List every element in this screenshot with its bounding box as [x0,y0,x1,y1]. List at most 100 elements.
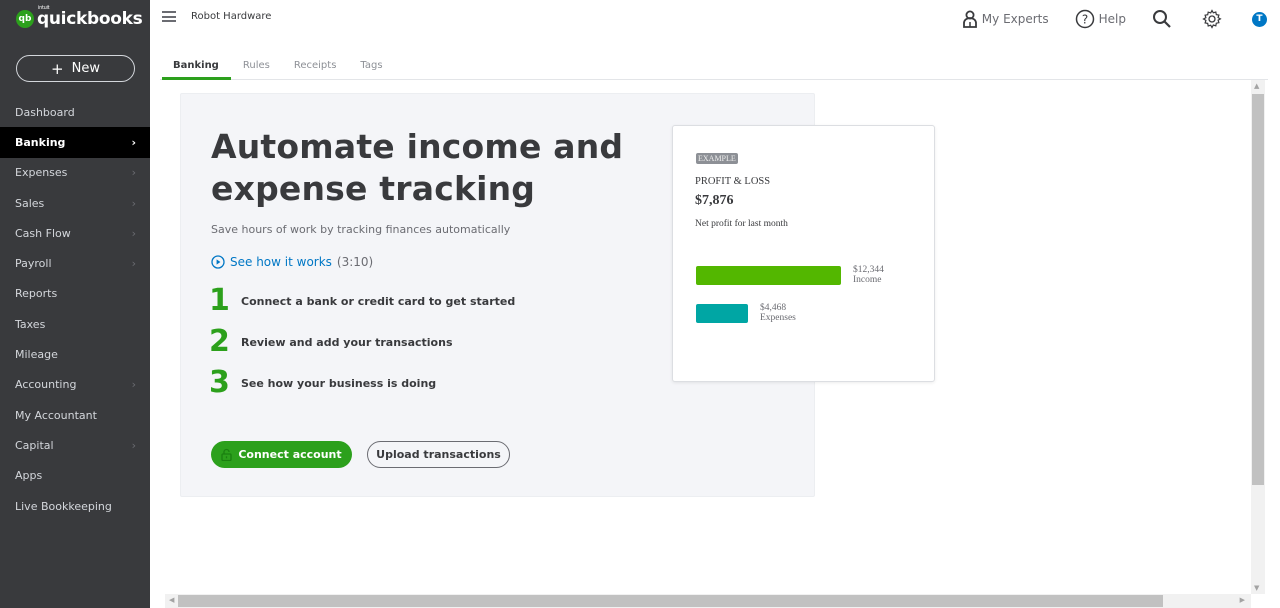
expenses-legend: $4,468 Expenses [760,303,796,323]
help-icon: ? [1075,9,1094,29]
title-line-2: expense tracking [211,169,536,208]
sidebar-item-reports[interactable]: Reports [0,279,150,309]
expenses-label: Expenses [760,313,796,323]
tab-rules[interactable]: Rules [231,52,282,79]
play-circle-icon [211,255,225,269]
chevron-right-icon: › [131,166,136,180]
qb-logo-icon: qb [16,10,34,28]
sidebar-item-label: Banking [15,135,66,149]
step-number: 3 [209,365,230,400]
horizontal-scrollbar[interactable]: ◀ ▶ [165,594,1251,608]
search-button[interactable] [1152,9,1176,29]
new-button[interactable]: + New [16,55,135,82]
lock-icon [221,448,232,461]
logo-wordmark: intuit quickbooks [37,5,143,29]
step-number: 1 [209,283,230,318]
sidebar: qb intuit quickbooks + New Dashboard Ban… [0,0,150,608]
sidebar-item-apps[interactable]: Apps [0,461,150,491]
company-name: Robot Hardware [191,11,272,22]
help-button[interactable]: ? Help [1075,9,1126,29]
sidebar-item-label: Live Bookkeeping [15,499,112,513]
sidebar-item-capital[interactable]: Capital › [0,430,150,460]
video-duration: (3:10) [336,255,374,269]
sidebar-item-my-accountant[interactable]: My Accountant [0,400,150,430]
net-profit-amount: $7,876 [695,193,734,208]
chevron-right-icon: › [131,135,136,149]
chevron-right-icon: › [131,196,136,210]
user-avatar[interactable]: T [1252,11,1267,27]
new-button-label: New [71,61,100,76]
vertical-scroll-thumb[interactable] [1252,94,1264,485]
sidebar-item-label: Apps [15,469,43,483]
scroll-up-arrow-icon[interactable]: ▲ [1254,82,1259,90]
tab-banking[interactable]: Banking [160,52,231,80]
page-title: Automate income and expense tracking [211,126,623,210]
chevron-right-icon: › [131,378,136,392]
sidebar-item-live-bookkeeping[interactable]: Live Bookkeeping [0,491,150,521]
step-text: Review and add your transactions [241,335,453,349]
sidebar-item-mileage[interactable]: Mileage [0,339,150,369]
pl-title: PROFIT & LOSS [695,176,771,187]
chevron-right-icon: › [131,257,136,271]
video-link-label: See how it works [230,255,332,269]
scroll-left-arrow-icon[interactable]: ◀ [169,596,174,604]
quickbooks-logo[interactable]: qb intuit quickbooks [16,5,143,30]
top-right-actions: My Experts ? Help T [962,0,1280,38]
scroll-down-arrow-icon[interactable]: ▼ [1254,584,1259,592]
step-text: See how your business is doing [241,376,437,390]
step-3: 3 See how your business is doing [209,368,436,398]
sidebar-item-label: Dashboard [15,105,75,119]
sidebar-item-label: Cash Flow [15,226,71,240]
connect-account-label: Connect account [238,448,342,461]
example-badge: EXAMPLE [696,153,738,164]
net-profit-description: Net profit for last month [695,219,788,229]
connect-account-button[interactable]: Connect account [211,441,352,468]
my-experts-button[interactable]: My Experts [962,10,1049,28]
sidebar-item-label: Payroll [15,257,52,271]
sidebar-item-label: Sales [15,196,45,210]
settings-button[interactable] [1202,9,1226,29]
banking-tabs: Banking Rules Receipts Tags [160,52,1268,80]
see-how-it-works-link[interactable]: See how it works (3:10) [211,255,373,269]
income-amount: $12,344 [853,265,884,275]
sidebar-item-sales[interactable]: Sales › [0,188,150,218]
vertical-scrollbar[interactable]: ▲ ▼ [1251,80,1265,594]
step-1: 1 Connect a bank or credit card to get s… [209,286,515,316]
logo-name: quickbooks [37,9,143,29]
intuit-label: intuit [38,5,50,11]
tab-tags[interactable]: Tags [348,52,394,79]
sidebar-item-label: Accounting [15,378,77,392]
expenses-amount: $4,468 [760,303,787,313]
sidebar-item-cash-flow[interactable]: Cash Flow › [0,218,150,248]
chevron-right-icon: › [131,438,136,452]
search-icon [1153,10,1171,28]
sidebar-item-label: My Accountant [15,408,97,422]
sidebar-item-expenses[interactable]: Expenses › [0,158,150,188]
sidebar-item-label: Mileage [15,348,58,362]
sidebar-item-banking[interactable]: Banking › [0,127,150,158]
person-icon [962,10,977,28]
sidebar-item-taxes[interactable]: Taxes [0,309,150,339]
sidebar-item-accounting[interactable]: Accounting › [0,370,150,400]
chevron-right-icon: › [131,226,136,240]
scroll-right-arrow-icon[interactable]: ▶ [1240,596,1245,604]
plus-icon: + [51,59,64,78]
hamburger-menu-icon[interactable] [162,11,176,22]
horizontal-scroll-thumb[interactable] [178,595,1163,607]
help-label: Help [1098,12,1126,26]
sidebar-item-label: Capital [15,438,54,452]
title-line-1: Automate income and [211,127,624,166]
upload-transactions-button[interactable]: Upload transactions [367,441,510,468]
profit-loss-example-card: EXAMPLE PROFIT & LOSS $7,876 Net profit … [672,125,935,382]
sidebar-item-label: Taxes [15,317,46,331]
hero-subtitle: Save hours of work by tracking finances … [211,223,511,236]
tab-receipts[interactable]: Receipts [282,52,349,79]
sidebar-item-label: Expenses [15,166,68,180]
income-bar [696,266,841,285]
sidebar-item-payroll[interactable]: Payroll › [0,248,150,278]
gear-icon [1202,9,1222,29]
sidebar-item-dashboard[interactable]: Dashboard [0,97,150,127]
svg-text:?: ? [1081,13,1087,27]
income-label: Income [853,275,882,285]
sidebar-item-label: Reports [15,287,58,301]
